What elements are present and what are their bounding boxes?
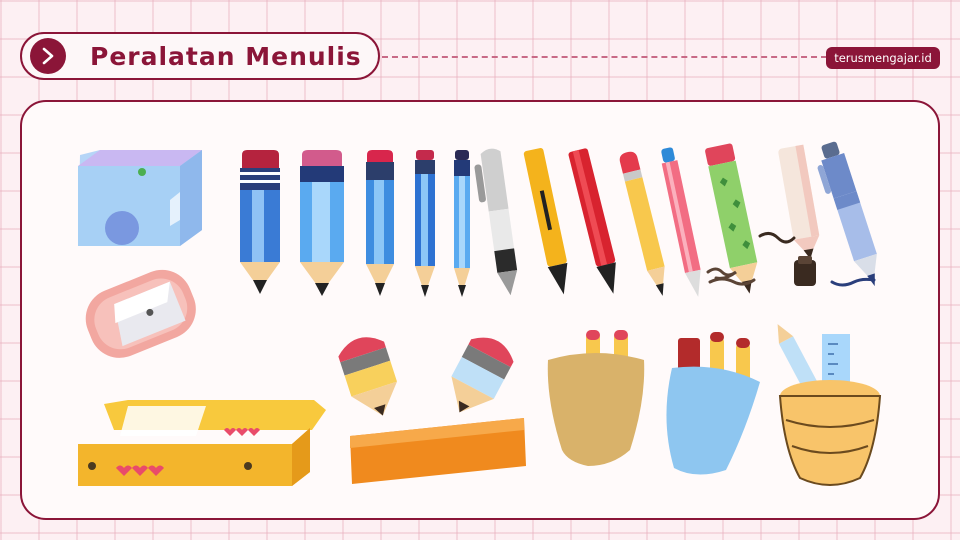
ballpoint-pen-icon xyxy=(817,141,877,287)
ballpoint-pen-icon xyxy=(661,147,701,297)
pencil-icon xyxy=(619,151,665,296)
marker-icon xyxy=(523,148,568,295)
brand-badge[interactable]: terusmengajar.id xyxy=(826,47,940,69)
illustration-canvas xyxy=(78,141,882,486)
ballpoint-pen-icon xyxy=(474,148,518,296)
marker-icon xyxy=(758,144,820,286)
pencil-icon xyxy=(240,150,280,294)
dashed-divider xyxy=(382,56,827,58)
pencil-icon xyxy=(300,150,344,296)
chevron-right-icon[interactable] xyxy=(30,38,66,74)
marker-icon xyxy=(568,148,616,294)
pencil-cup-icon xyxy=(666,332,760,475)
title-pill: Peralatan Menulis xyxy=(20,32,380,80)
pencil-sharpener-pink-icon xyxy=(85,269,196,358)
pencil-cup-icon xyxy=(777,324,882,486)
pencil-cup-icon xyxy=(547,330,645,466)
eraser-pencil-icon xyxy=(338,337,398,416)
eraser-pencil-icon xyxy=(451,337,514,413)
pencil-sharpener-blue-icon xyxy=(78,150,202,246)
pencil-case-icon xyxy=(78,400,326,486)
ruler-icon xyxy=(350,418,526,484)
page-title: Peralatan Menulis xyxy=(90,41,362,71)
pencil-icon xyxy=(454,150,470,297)
pencil-icon xyxy=(366,150,394,296)
pencil-icon xyxy=(415,150,435,297)
pencil-icon xyxy=(705,143,758,294)
